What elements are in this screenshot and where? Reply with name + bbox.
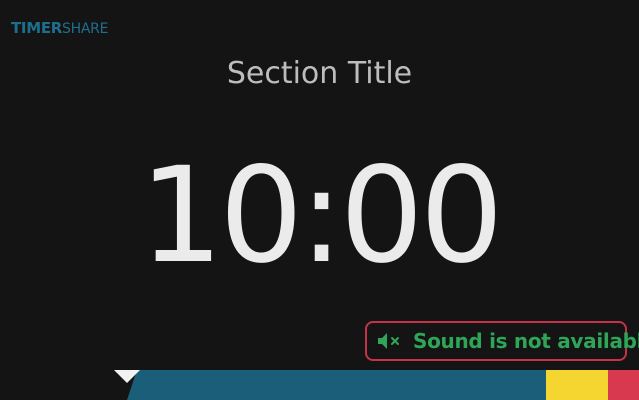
progress-danger-segment bbox=[608, 370, 639, 400]
sound-unavailable-notice[interactable]: Sound is not available bbox=[365, 321, 639, 361]
timer-screen: TIMERSHARE Section Title 10:00 Sound is … bbox=[0, 0, 639, 400]
timer-display: 10:00 bbox=[139, 139, 503, 293]
logo-light-text: SHARE bbox=[62, 21, 109, 37]
logo-bold-text: TIMER bbox=[11, 19, 63, 37]
progress-main-segment bbox=[137, 370, 546, 400]
progress-warning-segment bbox=[546, 370, 608, 400]
progress-position-marker[interactable] bbox=[114, 370, 140, 383]
sound-notice-text: Sound is not available bbox=[413, 329, 639, 353]
section-title: Section Title bbox=[226, 56, 413, 91]
speaker-muted-icon bbox=[377, 331, 403, 351]
time-progress-bar bbox=[0, 370, 639, 400]
app-logo: TIMERSHARE bbox=[11, 18, 108, 39]
